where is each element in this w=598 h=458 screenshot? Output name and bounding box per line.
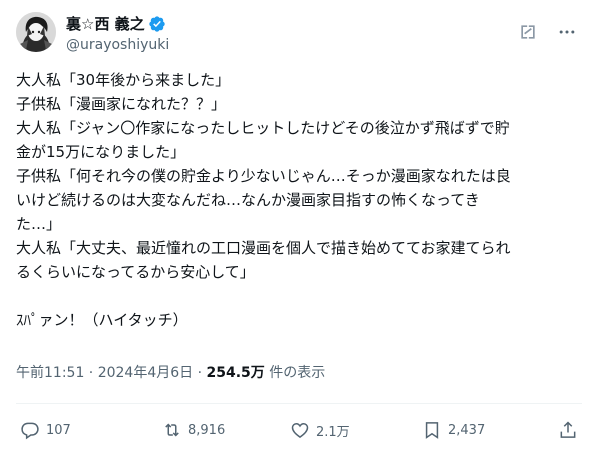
views-label: 件の表示 <box>264 365 326 381</box>
repost-button[interactable]: 8,916 <box>162 418 225 442</box>
tweet-line: 大人私「30年後から来ました」 <box>16 71 231 89</box>
tweet-line: ｽﾊﾟァン！（ハイタッチ） <box>16 311 188 329</box>
tweet-line: 大人私「ジャン〇作家になったしヒットしたけどその後泣かず飛ばずで貯 <box>16 119 510 137</box>
tweet-text: 大人私「30年後から来ました」 子供私「漫画家になれた？？」 大人私「ジャン〇作… <box>16 68 582 332</box>
tweet-line: いけど続けるのは大変なんだね…なんか漫画家目指すの怖くなってき <box>16 191 480 209</box>
share-icon <box>560 421 576 438</box>
tweet-line: るくらいになってるから安心して」 <box>16 263 255 281</box>
tweet-card: 裏☆西 義之 @urayoshiyuki 大人私「30年後から来ました」 子供私… <box>0 0 598 458</box>
bookmark-button[interactable]: 2,437 <box>422 418 485 442</box>
display-name[interactable]: 裏☆西 義之 <box>66 14 145 34</box>
action-bar: 107 8,916 2.1万 2,437 <box>16 418 582 442</box>
repost-count: 8,916 <box>188 422 226 438</box>
like-count: 2.1万 <box>316 424 350 440</box>
tweet-timestamp[interactable]: 午前11:51 · 2024年4月6日 · <box>16 365 207 381</box>
tweet-line: 子供私「漫画家になれた？？」 <box>16 95 227 113</box>
views-count: 254.5万 <box>206 365 265 381</box>
heart-icon <box>291 422 309 438</box>
avatar-image <box>16 12 56 52</box>
tweet-line: 子供私「何それ今の僕の貯金より少ないじゃん…そっか漫画家なれたは良 <box>16 167 511 185</box>
bookmark-count: 2,437 <box>448 422 486 438</box>
repost-icon <box>165 423 179 437</box>
author-name-row[interactable]: 裏☆西 義之 <box>66 14 166 34</box>
tweet-line: 金が15万になりました」 <box>16 143 186 161</box>
grok-icon[interactable] <box>518 22 538 42</box>
reply-count: 107 <box>46 422 71 438</box>
avatar[interactable] <box>16 12 56 52</box>
reply-button[interactable]: 107 <box>20 418 71 442</box>
author-handle[interactable]: @urayoshiyuki <box>66 36 169 54</box>
tweet-line: た…」 <box>16 215 62 233</box>
divider <box>16 403 582 404</box>
share-button[interactable] <box>558 418 578 442</box>
verified-badge-icon <box>148 15 166 33</box>
tweet-line: 大人私「大丈夫、最近憧れの工口漫画を個人で描き始めててお家建てられ <box>16 239 511 257</box>
like-button[interactable]: 2.1万 <box>290 418 350 442</box>
reply-icon <box>21 422 39 440</box>
bookmark-icon <box>425 422 439 439</box>
tweet-meta: 午前11:51 · 2024年4月6日 · 254.5万 件の表示 <box>16 364 325 382</box>
more-options-icon[interactable] <box>556 22 578 42</box>
